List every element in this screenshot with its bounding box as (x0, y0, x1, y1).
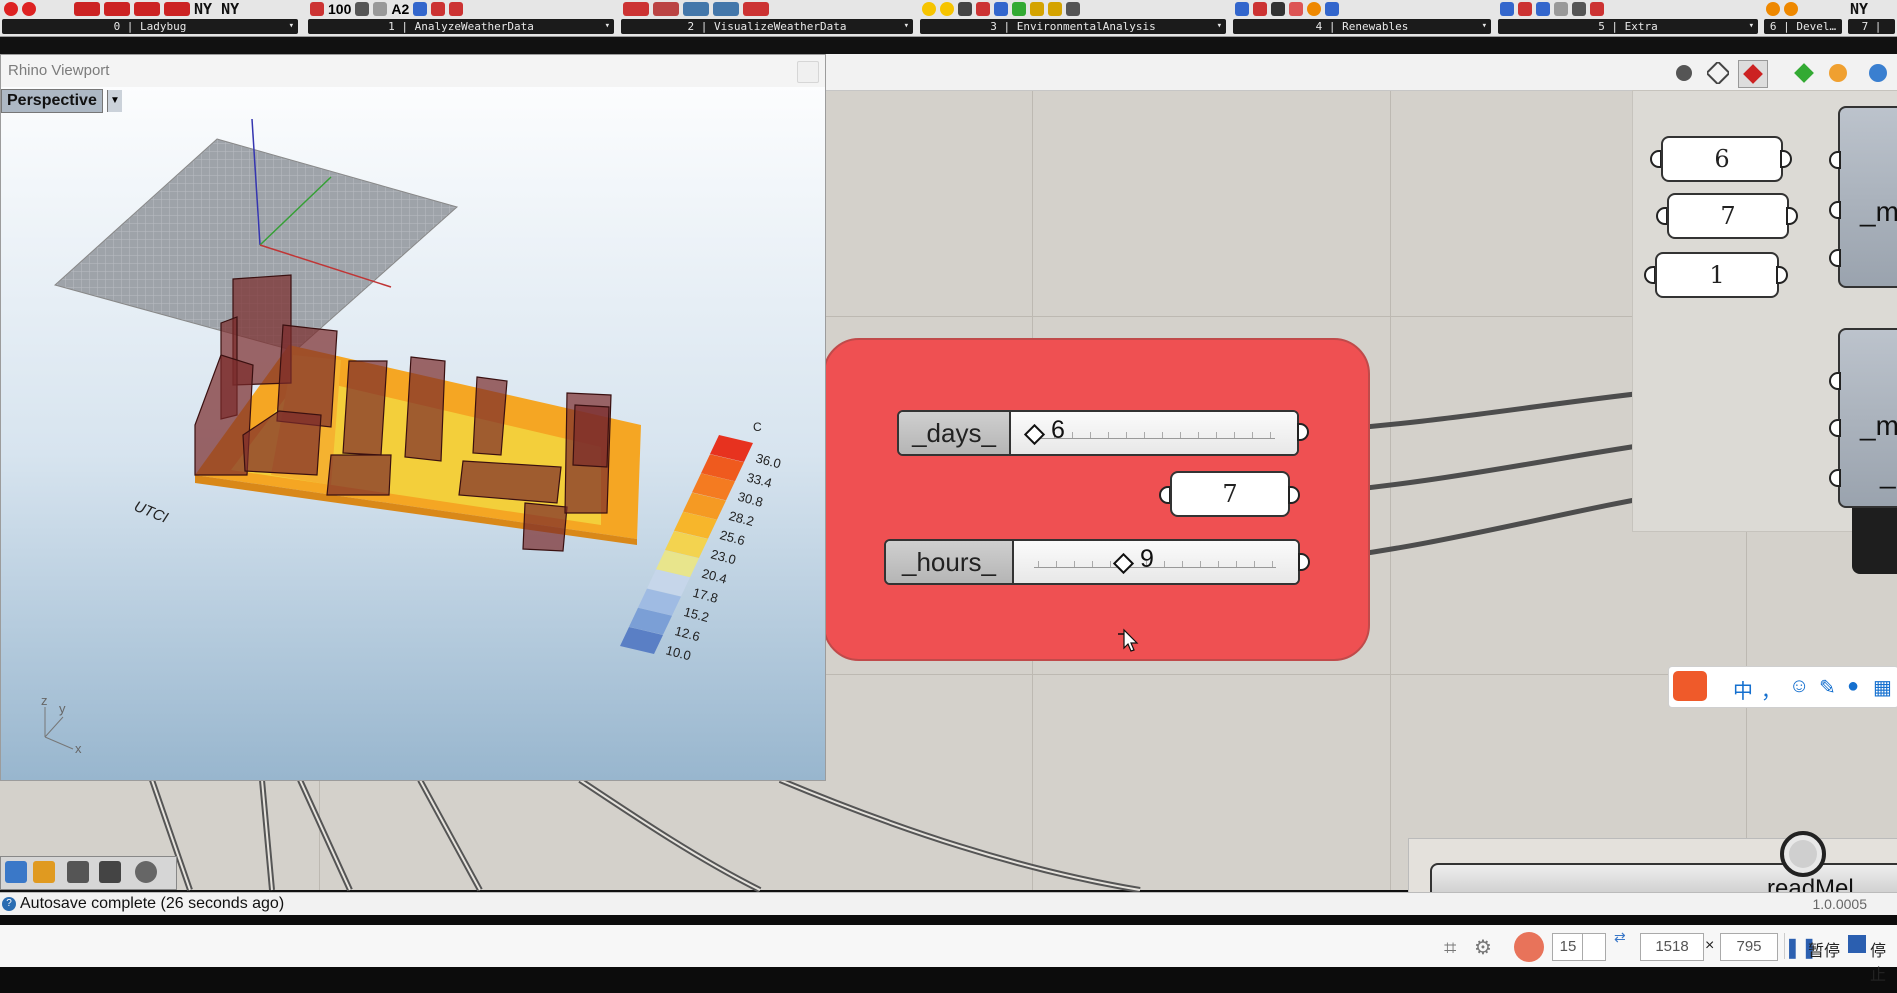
wire-highlight (779, 779, 1141, 891)
building (572, 404, 610, 468)
hours-slider[interactable]: _hours_ 9 (884, 539, 1300, 585)
status-text: Autosave complete (26 seconds ago) (20, 895, 285, 912)
panel-mid[interactable]: 7 (1170, 471, 1290, 517)
slider-ticks (1031, 424, 1275, 439)
color-legend: C 36.033.430.828.225.623.020.417.815.212.… (620, 420, 783, 663)
sogou-logo-icon[interactable] (1673, 671, 1707, 701)
legend-label: 25.6 (718, 527, 746, 548)
slider-ticks (1034, 553, 1276, 568)
help-icon[interactable]: ? (2, 896, 16, 911)
component-input-label: _mo (1860, 410, 1897, 441)
component-block-upper[interactable]: _mo (1838, 106, 1897, 288)
component-input-label: _mo (1860, 196, 1897, 227)
wire-highlight (299, 779, 351, 891)
component-input-port[interactable] (1829, 469, 1841, 487)
width-field[interactable]: 1518 (1640, 933, 1704, 961)
legend-label: 28.2 (727, 508, 755, 529)
dimension-separator: × (1705, 937, 1715, 954)
building (458, 460, 562, 504)
lower-wires (149, 777, 1141, 893)
settings-icon[interactable]: ⚙ (1474, 935, 1492, 960)
axis-widget-x-label: x (75, 741, 82, 756)
battery-icon[interactable] (67, 861, 89, 883)
model-label: UTCI (132, 498, 171, 527)
component-input-port[interactable] (1829, 151, 1841, 169)
grid-menu-icon[interactable]: ▦ (1873, 675, 1892, 700)
building (404, 356, 446, 462)
days-slider-value: 6 (1051, 416, 1065, 444)
lower-wire-highlights (151, 779, 1141, 891)
mouse-cursor-icon (1118, 628, 1139, 652)
wire (578, 777, 762, 893)
wire-highlight (261, 779, 273, 891)
legend-label: 12.6 (673, 623, 701, 644)
days-slider-name[interactable]: _days_ (899, 412, 1011, 454)
screen: NY NY 0 | Ladybug ▾ 100 A2 1 | AnalyzeWea… (0, 0, 1897, 993)
legend-label: 15.2 (682, 604, 710, 625)
wire (778, 777, 1141, 893)
axis-widget-y (44, 716, 64, 738)
mic-icon[interactable]: ● (1847, 675, 1859, 698)
legend-label: 33.4 (745, 470, 773, 491)
crop-icon[interactable]: ⌗ (1444, 935, 1456, 961)
hours-slider-track[interactable]: 9 (1014, 541, 1298, 583)
panel-7[interactable]: 7 (1667, 193, 1789, 239)
rhino-viewport[interactable]: Rhino Viewport Perspective ▼ UTCI C 36.0… (0, 54, 826, 781)
legend-label: 30.8 (736, 489, 764, 510)
pen-icon[interactable]: ✎ (1819, 675, 1836, 700)
legend-label: 10.0 (664, 642, 692, 663)
wire-highlight (419, 779, 481, 891)
axis-widget-x (44, 736, 74, 750)
building (522, 502, 568, 552)
component-input-port[interactable] (1829, 201, 1841, 219)
axis-widget-z-label: z (41, 693, 48, 708)
python-icon[interactable] (5, 861, 27, 883)
height-field[interactable]: 795 (1720, 933, 1778, 961)
panel-6[interactable]: 6 (1661, 136, 1783, 182)
emoji-icon[interactable]: ☺ (1789, 675, 1809, 698)
component-input-port[interactable] (1829, 419, 1841, 437)
3d-model-view[interactable]: UTCI C 36.033.430.828.225.623.020.417.815… (1, 55, 825, 780)
pause-button[interactable]: 暂停 (1808, 937, 1840, 961)
ime-punctuation[interactable]: ， (1761, 675, 1781, 704)
building (472, 376, 508, 456)
fps-field[interactable]: 15 (1552, 933, 1584, 961)
python-badge-icon[interactable] (1778, 829, 1828, 879)
axis-widget-y-label: y (59, 701, 66, 716)
component-input-port[interactable] (1829, 372, 1841, 390)
hours-slider-name[interactable]: _hours_ (886, 541, 1014, 583)
resize-icon[interactable]: ⇄ (1614, 929, 1626, 946)
stop-icon[interactable] (1848, 935, 1866, 953)
legend-label: 20.4 (700, 566, 728, 587)
days-slider[interactable]: _days_ 6 (897, 410, 1299, 456)
ime-toolbar[interactable]: 中 ， ☺ ✎ ● ▦ (1668, 666, 1897, 708)
days-slider-track[interactable]: 6 (1011, 412, 1297, 454)
component-block-lower[interactable]: _mo _ (1838, 328, 1897, 508)
recorder-toolbar: ⌗ ⚙ 15 ⇄ 1518 × 795 ❚❚ 暂停 停止 (0, 925, 1897, 984)
component-input-label: _ (1880, 458, 1896, 489)
panel-1[interactable]: 1 (1655, 252, 1779, 298)
stop-button[interactable]: 停止 (1870, 937, 1897, 985)
fps-stepper[interactable] (1582, 933, 1606, 961)
ladybug-small-icon[interactable] (33, 861, 55, 883)
bottom-toolbar (0, 856, 177, 890)
legend-unit: C (753, 420, 762, 434)
legend-label: 17.8 (691, 585, 719, 606)
record-icon[interactable] (1514, 932, 1544, 962)
component-input-port[interactable] (1829, 249, 1841, 267)
ime-chinese-mode[interactable]: 中 (1733, 675, 1753, 704)
status-bar: ? Autosave complete (26 seconds ago) 1.0.… (0, 892, 1897, 915)
target-icon[interactable] (135, 861, 157, 883)
component-dark-block[interactable] (1852, 508, 1897, 574)
hours-slider-value: 9 (1140, 545, 1154, 573)
building (342, 360, 388, 456)
building (326, 454, 392, 496)
version-label: 1.0.0005 (1812, 896, 1868, 912)
download-icon[interactable] (99, 861, 121, 883)
legend-label: 23.0 (709, 546, 737, 567)
legend-label: 36.0 (754, 450, 782, 471)
